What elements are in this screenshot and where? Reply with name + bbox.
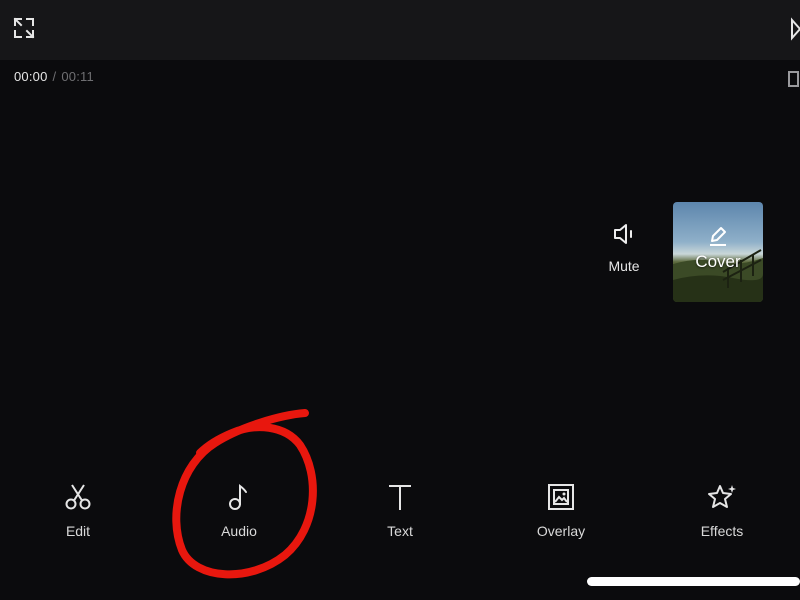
toolbar-overlay[interactable]: Overlay	[506, 482, 616, 552]
overlay-image-icon	[546, 482, 576, 512]
toolbar-text-label: Text	[387, 523, 413, 539]
toolbar-audio[interactable]: Audio	[184, 482, 294, 552]
playback-time: 00:00 / 00:11	[14, 69, 94, 84]
toolbar-text[interactable]: Text	[345, 482, 455, 552]
text-t-icon	[385, 482, 415, 512]
top-bar	[0, 0, 800, 60]
star-sparkle-icon	[707, 482, 737, 512]
fullscreen-icon	[13, 17, 35, 39]
current-time: 00:00	[14, 69, 48, 84]
speaker-icon	[614, 224, 632, 244]
video-editor-screen: 00:00 / 00:11 Mute Cover Edit Audio Text O…	[0, 0, 800, 600]
scissors-icon	[63, 482, 93, 512]
music-note-icon	[224, 482, 254, 512]
total-time: 00:11	[61, 69, 94, 84]
play-button[interactable]	[790, 14, 800, 44]
play-icon	[791, 17, 800, 41]
home-indicator[interactable]	[587, 577, 800, 586]
fullscreen-button[interactable]	[8, 12, 40, 44]
pencil-icon	[710, 227, 726, 246]
toolbar-effects-label: Effects	[700, 523, 744, 539]
toolbar-edit[interactable]: Edit	[23, 482, 133, 552]
fullscreen-edge-icon[interactable]	[787, 70, 800, 88]
toolbar-overlay-label: Overlay	[536, 523, 586, 539]
cover-label: Cover	[695, 252, 741, 271]
bottom-toolbar: Edit Audio Text Overlay Effects	[0, 482, 800, 552]
cover-button[interactable]: Cover	[673, 202, 763, 302]
toolbar-edit-label: Edit	[65, 523, 91, 539]
cover-overlay: Cover	[673, 202, 763, 302]
toolbar-audio-label: Audio	[221, 523, 257, 539]
time-separator: /	[52, 69, 57, 84]
mute-label: Mute	[608, 258, 640, 274]
mute-button[interactable]: Mute	[596, 222, 652, 286]
toolbar-effects[interactable]: Effects	[667, 482, 777, 552]
